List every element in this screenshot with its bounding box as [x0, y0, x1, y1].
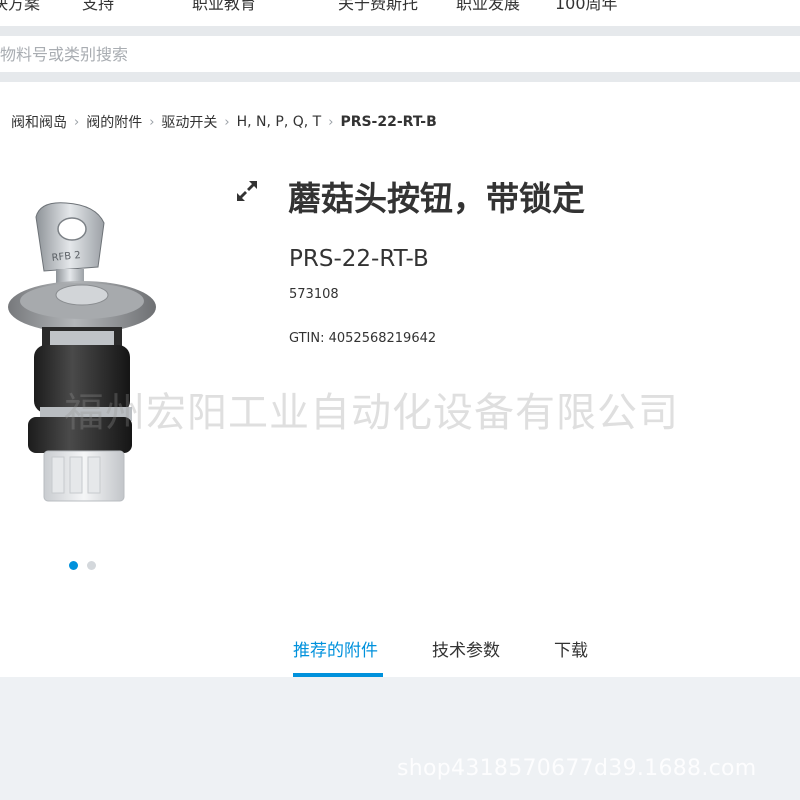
tab-technical-data[interactable]: 技术参数 — [432, 636, 500, 661]
product-part-number: 573108 — [289, 287, 339, 302]
carousel-dot-1[interactable] — [69, 561, 78, 570]
chevron-right-icon: › — [328, 114, 334, 130]
breadcrumb-item-series[interactable]: H, N, P, Q, T — [237, 114, 322, 130]
carousel-dot-2[interactable] — [87, 561, 96, 570]
nav-item-support[interactable]: 支持 — [82, 0, 114, 14]
image-carousel-dots — [69, 561, 96, 570]
product-image[interactable]: RFB 2 — [0, 195, 170, 515]
tab-recommended-accessories[interactable]: 推荐的附件 — [293, 636, 378, 661]
nav-item-anniversary[interactable]: 100周年 — [555, 0, 618, 14]
nav-item-training[interactable]: 职业教育 — [192, 0, 256, 14]
tab-content-area — [0, 677, 800, 800]
chevron-right-icon: › — [224, 114, 230, 130]
chevron-right-icon: › — [74, 114, 80, 130]
product-tabs: 推荐的附件 技术参数 下载 — [0, 630, 800, 677]
breadcrumb: 阀和阀岛 › 阀的附件 › 驱动开关 › H, N, P, Q, T › PRS… — [11, 112, 437, 132]
expand-arrows-icon[interactable] — [236, 180, 258, 202]
top-nav: 决方案 支持 职业教育 关于费斯托 职业发展 100周年 — [0, 0, 800, 26]
mushroom-button-illustration: RFB 2 — [8, 202, 156, 502]
breadcrumb-item-valves[interactable]: 阀和阀岛 — [11, 112, 67, 132]
nav-item-about[interactable]: 关于费斯托 — [338, 0, 418, 14]
breadcrumb-item-switches[interactable]: 驱动开关 — [161, 112, 217, 132]
search-divider-band — [0, 72, 800, 82]
breadcrumb-current: PRS-22-RT-B — [340, 114, 437, 130]
nav-item-careers[interactable]: 职业发展 — [456, 0, 520, 14]
tab-downloads[interactable]: 下载 — [554, 636, 588, 661]
chevron-right-icon: › — [149, 114, 155, 130]
search-input[interactable] — [0, 36, 800, 72]
search-bar — [0, 36, 800, 72]
product-title: 蘑菇头按钮，带锁定 — [288, 179, 585, 218]
breadcrumb-item-valve-accessories[interactable]: 阀的附件 — [86, 112, 142, 132]
product-part-code: PRS-22-RT-B — [289, 246, 429, 272]
header-divider-band — [0, 26, 800, 36]
product-gtin: GTIN: 4052568219642 — [289, 331, 437, 346]
nav-item-solutions[interactable]: 决方案 — [0, 0, 40, 14]
